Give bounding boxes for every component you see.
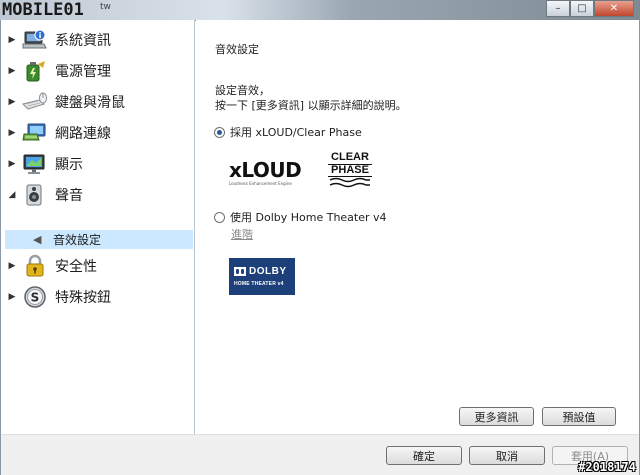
expand-arrow-icon[interactable]: ▶ — [5, 35, 19, 45]
network-icon — [22, 121, 48, 145]
dolby-logo: DOLBY HOME THEATER v4 — [229, 258, 295, 295]
sidebar-item-label: 安全性 — [55, 259, 97, 275]
sidebar-item-label: 鍵盤與滑鼠 — [55, 95, 125, 111]
option-dolby-row[interactable]: 使用 Dolby Home Theater v4 — [214, 209, 387, 225]
sidebar-item-label: 顯示 — [55, 157, 83, 173]
section-title: 音效設定 — [215, 43, 259, 56]
title-bar: MOBILE01 tw – □ ✕ — [0, 0, 640, 20]
clear-phase-line2: PHASE — [328, 164, 372, 177]
sidebar-item-system-info[interactable]: ▶ 系統資訊 — [1, 26, 195, 54]
default-button[interactable]: 預設值 — [542, 407, 616, 426]
sidebar-item-network[interactable]: ▶ 網路連線 — [1, 119, 195, 147]
xloud-logo: xLOUD Loudness Enhancement Engine — [229, 158, 302, 186]
dolby-radio-label: 使用 Dolby Home Theater v4 — [230, 211, 387, 224]
dolby-logo-main: DOLBY — [234, 266, 287, 277]
lock-icon — [22, 254, 48, 278]
close-icon: ✕ — [609, 3, 619, 14]
xloud-radio[interactable] — [214, 126, 225, 138]
sidebar-item-label: 網路連線 — [55, 126, 111, 142]
expand-arrow-icon[interactable]: ▶ — [5, 66, 19, 76]
sidebar-item-label: 系統資訊 — [55, 33, 111, 49]
sidebar-item-label: 電源管理 — [55, 64, 111, 80]
dialog-footer: 確定 取消 套用(A) — [1, 434, 639, 475]
sidebar: ▶ 系統資訊 ▶ 電源管理 ▶ 鍵盤與滑鼠 ▶ 網路連線 ▶ 顯示 ◢ 聲音 ◀… — [1, 20, 195, 434]
laptop-info-icon — [22, 28, 48, 52]
watermark: #2018174 — [578, 460, 636, 474]
xloud-radio-label: 採用 xLOUD/Clear Phase — [230, 126, 362, 139]
expand-arrow-icon[interactable]: ▶ — [5, 97, 19, 107]
battery-icon — [22, 59, 48, 83]
sidebar-subitem-label: 音效設定 — [53, 233, 102, 247]
special-button-icon: S — [22, 285, 48, 309]
expand-arrow-icon[interactable]: ▶ — [5, 292, 19, 302]
expand-arrow-icon[interactable]: ▶ — [5, 261, 19, 271]
sidebar-item-special-buttons[interactable]: ▶ S 特殊按鈕 — [1, 283, 195, 311]
xloud-logo-subtext: Loudness Enhancement Engine — [229, 181, 292, 186]
xloud-logo-text: xLOUD — [229, 158, 302, 182]
speaker-icon — [22, 183, 48, 207]
description-line-1: 設定音效， — [215, 84, 270, 97]
clear-phase-logo: CLEAR PHASE — [328, 152, 372, 192]
sidebar-item-sound[interactable]: ◢ 聲音 — [1, 181, 195, 209]
description-line-2: 按一下 [更多資訊] 以顯示詳細的說明。 — [215, 99, 407, 112]
minimize-icon: – — [555, 3, 561, 14]
sidebar-item-display[interactable]: ▶ 顯示 — [1, 150, 195, 178]
dolby-dd-icon — [234, 267, 246, 276]
display-icon — [22, 152, 48, 176]
content-pane: 音效設定 設定音效， 按一下 [更多資訊] 以顯示詳細的說明。 採用 xLOUD… — [196, 20, 639, 434]
keyboard-mouse-icon — [22, 90, 48, 114]
cancel-button[interactable]: 取消 — [469, 446, 545, 465]
sidebar-subitem-sound-settings[interactable]: ◀ 音效設定 — [5, 230, 193, 249]
sidebar-item-power[interactable]: ▶ 電源管理 — [1, 57, 195, 85]
speaker-small-icon: ◀ — [33, 233, 42, 246]
ok-button[interactable]: 確定 — [386, 446, 462, 465]
dolby-logo-text: DOLBY — [249, 266, 287, 277]
advanced-link[interactable]: 進階 — [231, 226, 253, 242]
svg-text:S: S — [31, 291, 40, 305]
sidebar-item-label: 特殊按鈕 — [55, 290, 111, 306]
sidebar-item-security[interactable]: ▶ 安全性 — [1, 252, 195, 280]
close-button[interactable]: ✕ — [594, 0, 634, 17]
option-xloud-row[interactable]: 採用 xLOUD/Clear Phase — [214, 124, 362, 140]
minimize-button[interactable]: – — [546, 0, 570, 17]
clear-phase-line1: CLEAR — [331, 151, 369, 163]
maximize-icon: □ — [577, 3, 587, 14]
window-controls: – □ ✕ — [546, 0, 634, 17]
more-info-button[interactable]: 更多資訊 — [459, 407, 534, 426]
dolby-radio[interactable] — [214, 211, 225, 223]
maximize-button[interactable]: □ — [570, 0, 594, 17]
sidebar-item-keyboard-mouse[interactable]: ▶ 鍵盤與滑鼠 — [1, 88, 195, 116]
expand-arrow-icon[interactable]: ▶ — [5, 159, 19, 169]
collapse-arrow-icon[interactable]: ◢ — [5, 190, 19, 200]
mobile01-logo: MOBILE01 — [2, 0, 84, 20]
sidebar-item-label: 聲音 — [55, 188, 83, 204]
logo-subtext: tw — [100, 2, 111, 12]
dolby-logo-subtext: HOME THEATER v4 — [234, 281, 284, 287]
clear-phase-wave-icon — [329, 177, 370, 188]
expand-arrow-icon[interactable]: ▶ — [5, 128, 19, 138]
